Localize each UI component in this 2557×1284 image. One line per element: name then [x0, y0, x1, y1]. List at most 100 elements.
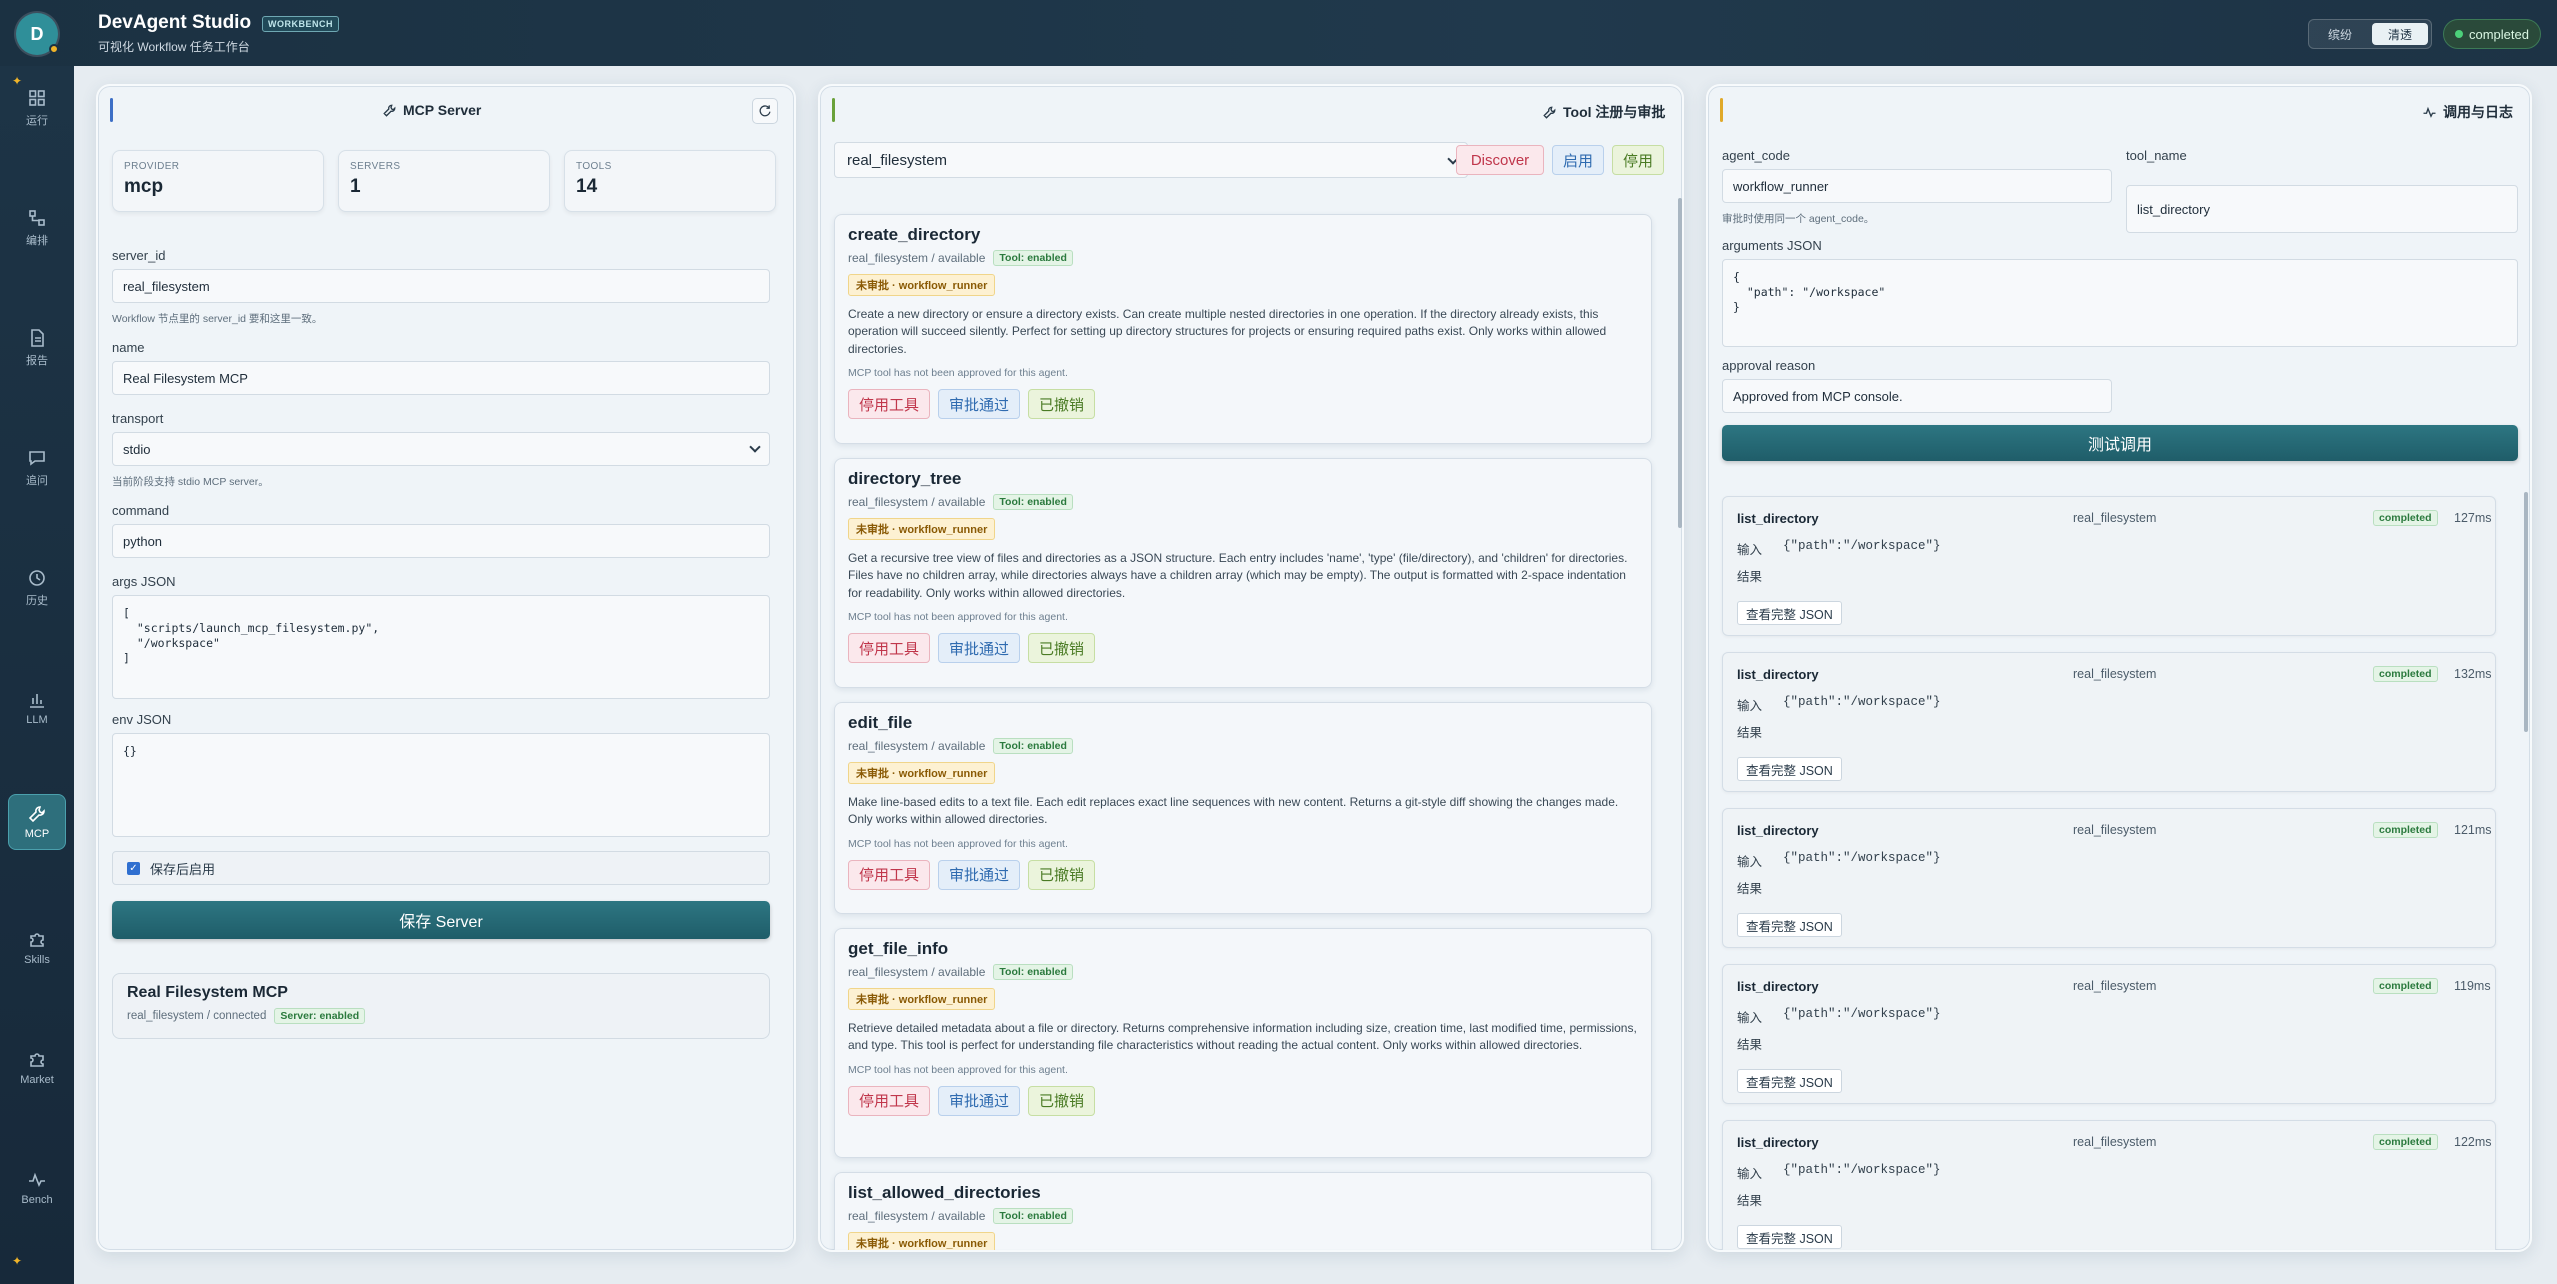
- view-full-json-button[interactable]: 查看完整 JSON: [1737, 1069, 1842, 1093]
- nav-item-llm[interactable]: LLM: [8, 680, 66, 736]
- tool-meta: real_filesystem / available: [848, 1209, 986, 1223]
- arguments-json-textarea[interactable]: { "path": "/workspace" }: [1722, 259, 2518, 347]
- approve-tool-button[interactable]: 审批通过: [938, 633, 1021, 664]
- nav-item-orchestrate[interactable]: 编排: [8, 200, 66, 256]
- approve-tool-button[interactable]: 审批通过: [938, 389, 1021, 420]
- env-json-textarea[interactable]: {}: [112, 733, 770, 837]
- tool-meta-row: real_filesystem / available Tool: enable…: [848, 494, 1638, 510]
- top-bar: D DevAgent Studio WORKBENCH 可视化 Workflow…: [0, 0, 2557, 66]
- run-status-text: completed: [2469, 26, 2529, 42]
- save-server-button[interactable]: 保存 Server: [112, 901, 770, 939]
- call-log-panel: 调用与日志 agent_code workflow_runner 审批时使用同一…: [1706, 84, 2532, 1252]
- theme-option-clear[interactable]: 清透: [2372, 23, 2428, 45]
- tool-card: get_file_info real_filesystem / availabl…: [834, 928, 1652, 1158]
- theme-option-vivid[interactable]: 缤纷: [2312, 23, 2368, 45]
- transport-label: transport: [112, 411, 164, 426]
- tool-name-label: tool_name: [2126, 148, 2187, 163]
- tool-meta-row: real_filesystem / available Tool: enable…: [848, 738, 1638, 754]
- discover-button[interactable]: Discover: [1456, 145, 1544, 175]
- revoke-tool-button[interactable]: 已撤销: [1028, 1085, 1096, 1116]
- log-input-label: 输入: [1737, 1167, 1763, 1181]
- log-input-value: {"path":"/workspace"}: [1783, 695, 1941, 709]
- chat-icon: [29, 451, 45, 466]
- disable-tool-button[interactable]: 停用工具: [848, 633, 931, 664]
- test-call-button[interactable]: 测试调用: [1722, 425, 2518, 461]
- transport-hint: 当前阶段支持 stdio MCP server。: [112, 476, 269, 488]
- approve-tool-button[interactable]: 审批通过: [938, 859, 1021, 890]
- revoke-tool-button[interactable]: 已撤销: [1028, 389, 1096, 420]
- nav-item-market[interactable]: Market: [8, 1040, 66, 1096]
- stat-tools: TOOLS 14: [564, 150, 776, 212]
- panel-accent-bar: [1720, 98, 1723, 122]
- log-item: list_directory real_filesystem completed…: [1722, 1120, 2496, 1250]
- server-card[interactable]: Real Filesystem MCP real_filesystem / co…: [112, 973, 770, 1039]
- view-full-json-button[interactable]: 查看完整 JSON: [1737, 601, 1842, 625]
- tool-description: Create a new directory or ensure a direc…: [848, 307, 1607, 356]
- nav-item-report[interactable]: 报告: [8, 320, 66, 376]
- agent-code-hint: 审批时使用同一个 agent_code。: [1722, 213, 1875, 225]
- report-icon: [31, 329, 44, 347]
- wrench-icon: [1543, 106, 1556, 119]
- name-input[interactable]: Real Filesystem MCP: [112, 361, 770, 395]
- command-input[interactable]: python: [112, 524, 770, 558]
- tool-actions: 停用工具 审批通过 已撤销: [848, 859, 1638, 890]
- nav-item-history[interactable]: 历史: [8, 560, 66, 616]
- disable-server-button[interactable]: 停用: [1612, 145, 1664, 175]
- tool-name-input[interactable]: list_directory: [2126, 185, 2518, 233]
- log-duration: 122ms: [2454, 1135, 2492, 1149]
- approval-reason-input[interactable]: Approved from MCP console.: [1722, 379, 2112, 413]
- revoke-tool-button[interactable]: 已撤销: [1028, 633, 1096, 664]
- args-json-textarea[interactable]: [ "scripts/launch_mcp_filesystem.py", "/…: [112, 595, 770, 699]
- nav-label: MCP: [24, 828, 50, 840]
- log-tool-name: list_directory: [1737, 667, 1819, 682]
- tool-actions: 停用工具 审批通过 已撤销: [848, 389, 1638, 420]
- tool-description: Make line-based edits to a text file. Ea…: [848, 795, 1619, 827]
- tool-card: edit_file real_filesystem / available To…: [834, 702, 1652, 914]
- panel-title-text: 调用与日志: [2443, 104, 2513, 120]
- agent-code-label: agent_code: [1722, 148, 1790, 163]
- tool-meta: real_filesystem / available: [848, 965, 986, 979]
- nav-item-bench[interactable]: Bench: [8, 1160, 66, 1216]
- grid-icon: [29, 90, 45, 106]
- log-tool-name: list_directory: [1737, 511, 1819, 526]
- nav-label: 追问: [26, 475, 48, 487]
- enable-server-button[interactable]: 启用: [1552, 145, 1604, 175]
- stat-value: mcp: [124, 176, 164, 197]
- view-full-json-button[interactable]: 查看完整 JSON: [1737, 1225, 1842, 1249]
- log-input-label: 输入: [1737, 543, 1763, 557]
- nav-item-mcp[interactable]: MCP: [8, 794, 66, 850]
- transport-select[interactable]: stdio: [112, 432, 770, 466]
- tool-card: create_directory real_filesystem / avail…: [834, 214, 1652, 444]
- app-logo[interactable]: D: [16, 13, 59, 55]
- enable-after-save-row[interactable]: ✓ 保存后启用: [112, 851, 770, 885]
- server-id-input[interactable]: real_filesystem: [112, 269, 770, 303]
- disable-tool-button[interactable]: 停用工具: [848, 859, 931, 890]
- tool-list-scrollbar[interactable]: [1678, 198, 1682, 528]
- view-full-json-button[interactable]: 查看完整 JSON: [1737, 757, 1842, 781]
- panel-title: MCP Server: [382, 102, 481, 118]
- nav-label: Skills: [24, 954, 50, 966]
- tool-name: get_file_info: [848, 939, 949, 958]
- log-input-label: 输入: [1737, 855, 1763, 869]
- server-select[interactable]: real_filesystem: [834, 142, 1468, 178]
- refresh-button[interactable]: [752, 98, 778, 124]
- tool-enabled-badge: Tool: enabled: [993, 494, 1073, 510]
- log-input-value: {"path":"/workspace"}: [1783, 1007, 1941, 1021]
- enable-after-save-checkbox[interactable]: ✓: [127, 861, 140, 875]
- disable-tool-button[interactable]: 停用工具: [848, 1085, 931, 1116]
- approve-tool-button[interactable]: 审批通过: [938, 1085, 1021, 1116]
- nav-item-followup[interactable]: 追问: [8, 440, 66, 496]
- enable-after-save-label: 保存后启用: [150, 861, 216, 877]
- stat-key: PROVIDER: [124, 161, 180, 172]
- revoke-tool-button[interactable]: 已撤销: [1028, 859, 1096, 890]
- transport-selected-value: stdio: [123, 441, 151, 457]
- log-list-scrollbar[interactable]: [2524, 492, 2528, 732]
- nav-item-run[interactable]: 运行: [8, 80, 66, 136]
- disable-tool-button[interactable]: 停用工具: [848, 389, 931, 420]
- approval-row: 未审批 · workflow_runner: [848, 762, 1638, 784]
- tool-enabled-badge: Tool: enabled: [993, 964, 1073, 980]
- agent-code-input[interactable]: workflow_runner: [1722, 169, 2112, 203]
- view-full-json-button[interactable]: 查看完整 JSON: [1737, 913, 1842, 937]
- nav-item-skills[interactable]: Skills: [8, 920, 66, 976]
- bar-chart-icon: [30, 694, 44, 708]
